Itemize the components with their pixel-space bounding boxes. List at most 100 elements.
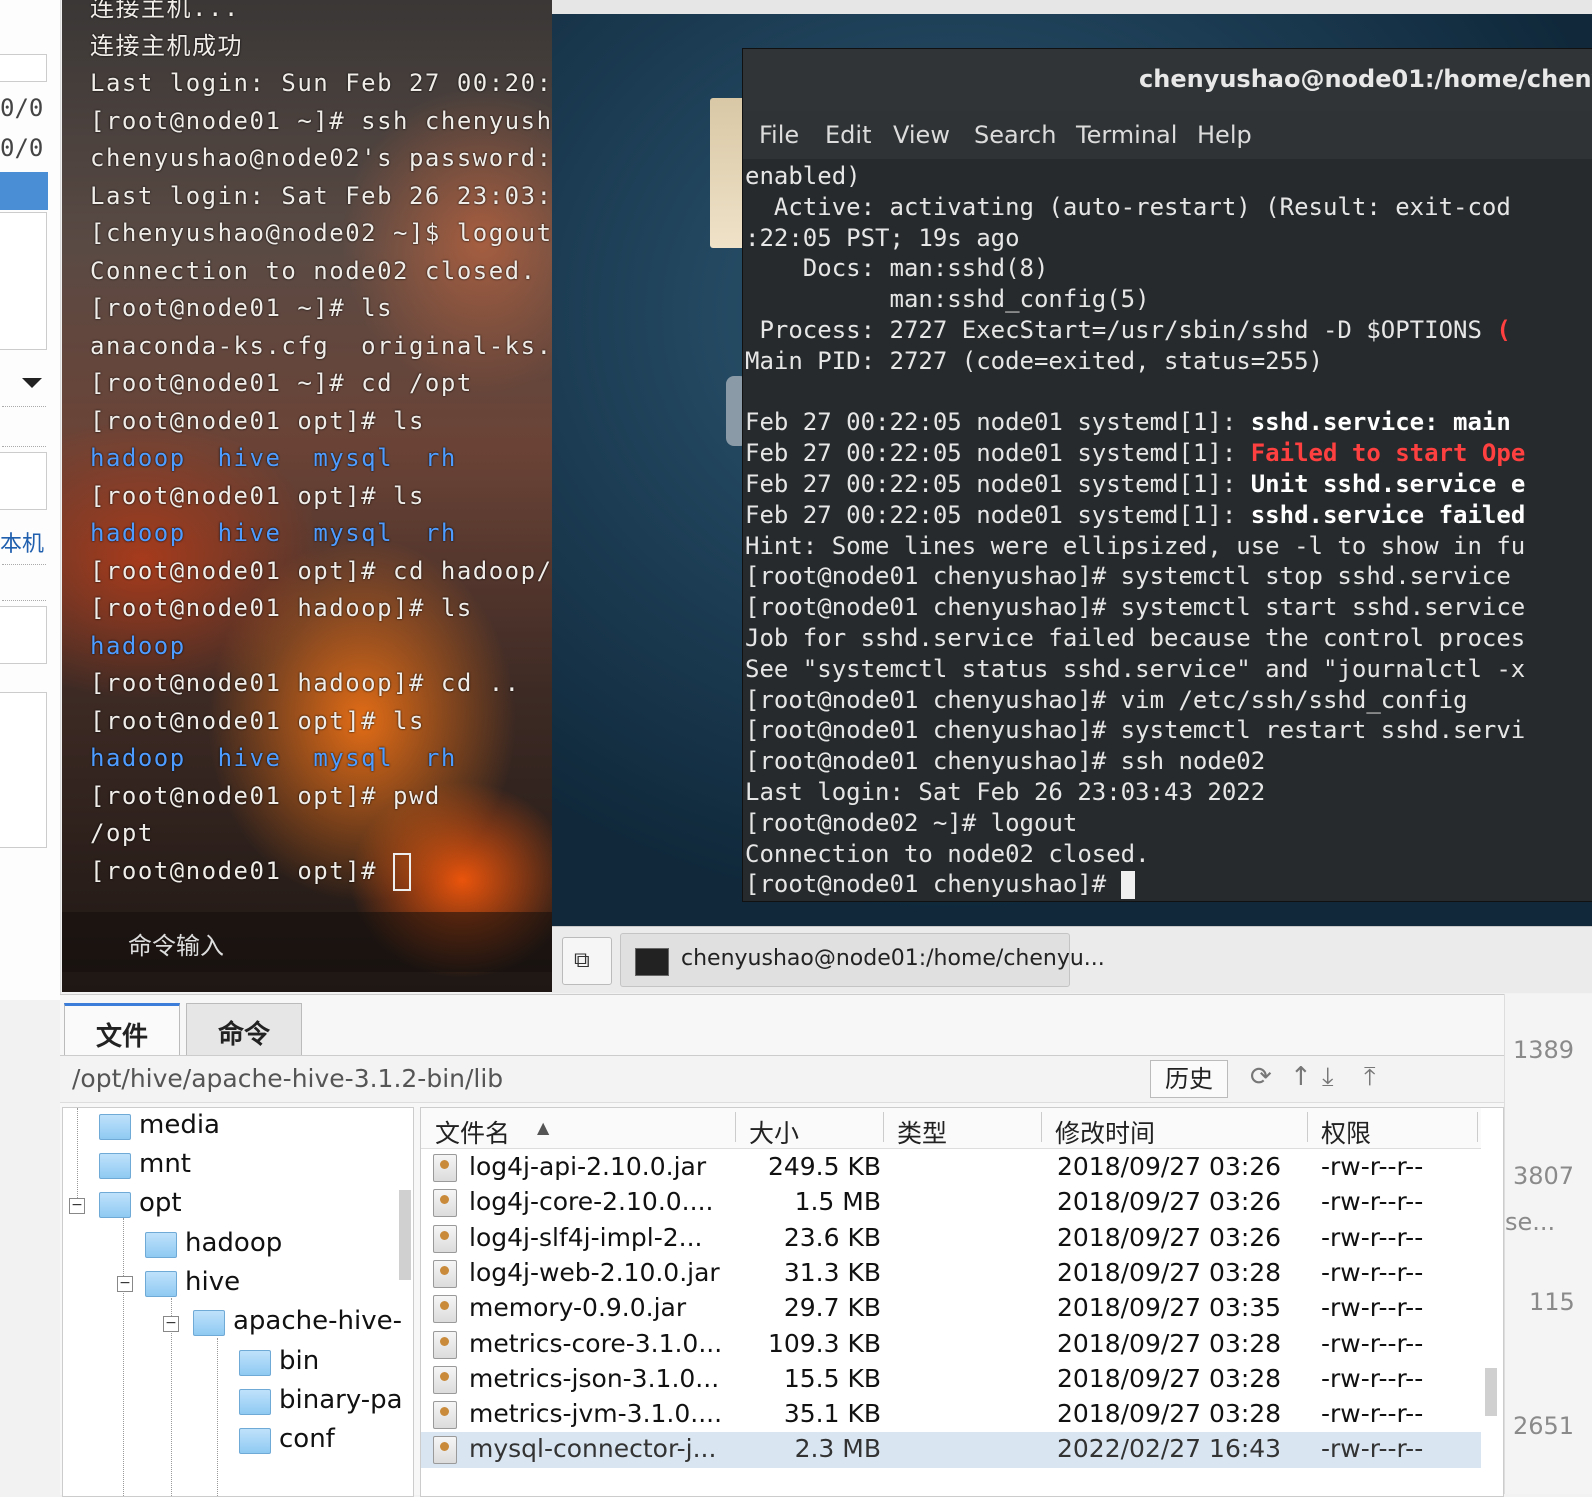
terminal-titlebar[interactable]: chenyushao@node01:/home/chenyush <box>743 49 1592 112</box>
menu-view[interactable]: View <box>893 121 950 149</box>
table-row[interactable]: metrics-jvm-3.1.0.... 35.1 KB 2018/09/27 0… <box>421 1397 1481 1432</box>
table-row[interactable]: metrics-core-3.1.0... 109.3 KB 2018/09/27 … <box>421 1327 1481 1362</box>
terminal-line: [root@node01 opt]# pwd <box>90 778 554 816</box>
column-size[interactable]: 大小 <box>749 1114 799 1150</box>
taskbar-window-label: chenyushao@node01:/home/chenyu... <box>681 946 1105 971</box>
host-field[interactable] <box>0 54 47 82</box>
terminal-line: hadoop hive mysql rh <box>90 740 554 778</box>
terminal-line: [root@node01 chenyushao]# vim /etc/ssh/s… <box>745 685 1591 716</box>
file-modified: 2018/09/27 03:28 <box>1057 1399 1282 1429</box>
terminal-text: [root@node01 ~]# ssh chenyusha <box>90 106 554 135</box>
terminal-line: [root@node01 ~]# cd /opt <box>90 365 554 403</box>
tree-line <box>123 1218 124 1496</box>
file-list: 文件名 ▲ 大小 类型 修改时间 权限 log4j-api-2.10.0.jar… <box>420 1107 1504 1497</box>
column-separator[interactable] <box>1477 1112 1478 1142</box>
file-permissions: -rw-r--r-- <box>1321 1328 1424 1358</box>
restore-icon: ⧉ <box>574 948 590 973</box>
terminal-text: [root@node02 ~]# logout <box>745 808 1078 837</box>
tree-node-label: hive <box>185 1267 241 1297</box>
column-filename[interactable]: 文件名 <box>435 1114 510 1150</box>
terminal-text: [root@node01 chenyushao]# systemctl stop… <box>745 562 1511 591</box>
list-item[interactable] <box>0 606 47 664</box>
table-row[interactable]: log4j-api-2.10.0.jar 249.5 KB 2018/09/27 0… <box>421 1150 1481 1185</box>
tab-commands-label: 命令 <box>217 1020 270 1050</box>
terminal-text: rh <box>424 519 457 547</box>
list-item[interactable] <box>0 452 47 510</box>
file-name: metrics-jvm-3.1.0.... <box>469 1399 723 1429</box>
command-input-bar[interactable]: 命令输入 <box>62 912 554 972</box>
jar-file-icon <box>433 1365 457 1394</box>
terminal-text: rh <box>424 444 457 472</box>
terminal-text: mysql <box>313 444 394 472</box>
table-row[interactable]: log4j-core-2.10.0.... 1.5 MB 2018/09/27 03… <box>421 1185 1481 1220</box>
sort-ascending-icon: ▲ <box>537 1118 550 1137</box>
refresh-icon[interactable]: ⟳ <box>1250 1062 1272 1092</box>
column-permissions[interactable]: 权限 <box>1321 1114 1371 1150</box>
menu-terminal[interactable]: Terminal <box>1076 121 1177 149</box>
terminal-text: [root@node01 opt]# cd hadoop/ <box>90 556 553 585</box>
terminal-text: [root@node01 opt]# ls <box>90 406 425 435</box>
table-row[interactable]: log4j-slf4j-impl-2... 23.6 KB 2018/09/27 0… <box>421 1221 1481 1256</box>
terminal-line: Last login: Sat Feb 26 23:03:43 2022 <box>745 777 1591 808</box>
menu-file[interactable]: File <box>759 121 799 149</box>
local-host-label[interactable]: 本机 <box>0 526 44 558</box>
folder-icon[interactable] <box>710 98 746 248</box>
column-separator[interactable] <box>1307 1112 1308 1142</box>
history-button[interactable]: 历史 <box>1150 1060 1228 1098</box>
file-size: 35.1 KB <box>783 1399 881 1429</box>
file-permissions: -rw-r--r-- <box>1321 1363 1424 1393</box>
file-permissions: -rw-r--r-- <box>1321 1434 1424 1464</box>
gnome-terminal-window[interactable]: chenyushao@node01:/home/chenyush File Ed… <box>742 48 1592 902</box>
terminal-line: Main PID: 2727 (code=exited, status=255) <box>745 346 1591 377</box>
host-list[interactable] <box>0 212 47 350</box>
up-directory-icon[interactable]: ↑ <box>1290 1062 1312 1092</box>
tab-files[interactable]: 文件 <box>64 1003 180 1058</box>
upload-icon[interactable]: ⤒ <box>1364 1062 1376 1093</box>
terminal-line: [root@node01 opt]# ls <box>90 478 554 516</box>
terminal-text: Main PID: 2727 (code=exited, status=255) <box>745 346 1323 375</box>
list-item[interactable] <box>0 692 47 848</box>
selected-host-row[interactable] <box>0 172 48 210</box>
terminal-output[interactable]: enabled) Active: activating (auto-restar… <box>745 161 1591 901</box>
folder-icon <box>99 1114 131 1140</box>
ssh-terminal-left[interactable]: 连接主机... 连接主机成功 Last login: Sun Feb 27 00:2… <box>62 0 554 992</box>
show-desktop-button[interactable]: ⧉ <box>562 937 612 985</box>
table-row[interactable]: metrics-json-3.1.0... 15.5 KB 2018/09/27 0… <box>421 1362 1481 1397</box>
tree-node-label: conf <box>279 1424 335 1454</box>
terminal-line: Feb 27 00:22:05 node01 systemd[1]: sshd.… <box>745 407 1591 438</box>
terminal-line: [root@node01 opt]# cd hadoop/ <box>90 553 554 591</box>
divider <box>2 564 46 565</box>
menu-help[interactable]: Help <box>1197 121 1252 149</box>
terminal-line: Connection to node02 closed. <box>90 253 554 291</box>
menu-search[interactable]: Search <box>974 121 1056 149</box>
taskbar-window-button[interactable]: chenyushao@node01:/home/chenyu... <box>620 933 1105 987</box>
terminal-text: [root@node01 chenyushao]# systemctl rest… <box>745 716 1526 745</box>
file-name: log4j-web-2.10.0.jar <box>469 1257 720 1287</box>
column-separator[interactable] <box>883 1112 884 1142</box>
tab-commands[interactable]: 命令 <box>186 1003 302 1056</box>
column-type[interactable]: 类型 <box>897 1114 947 1150</box>
terminal-line: [root@node01 opt]# ls <box>90 703 554 741</box>
column-separator[interactable] <box>735 1112 736 1142</box>
table-row[interactable]: memory-0.9.0.jar 29.7 KB 2018/09/27 03:35 -… <box>421 1291 1481 1326</box>
terminal-line: Feb 27 00:22:05 node01 systemd[1]: Unit … <box>745 469 1591 500</box>
column-modified[interactable]: 修改时间 <box>1055 1114 1155 1150</box>
tree-line <box>217 1338 218 1496</box>
chevron-down-icon[interactable] <box>22 378 42 388</box>
file-name: metrics-core-3.1.0... <box>469 1328 723 1358</box>
terminal-text: [root@node01 opt]# ls <box>90 706 425 735</box>
partial-value: 1389 <box>1513 1036 1575 1064</box>
tree-scrollbar[interactable] <box>399 1190 411 1280</box>
menu-edit[interactable]: Edit <box>825 121 871 149</box>
table-row[interactable]: mysql-connector-j... 2.3 MB 2022/02/27 16:… <box>421 1432 1481 1468</box>
collapse-icon[interactable]: − <box>117 1276 133 1292</box>
column-separator[interactable] <box>1041 1112 1042 1142</box>
collapse-icon[interactable]: − <box>69 1198 85 1214</box>
download-icon[interactable]: ⤓ <box>1322 1062 1334 1093</box>
collapse-icon[interactable]: − <box>163 1316 179 1332</box>
file-list-scrollbar[interactable] <box>1485 1368 1497 1416</box>
path-input[interactable]: /opt/hive/apache-hive-3.1.2-bin/lib <box>72 1064 503 1093</box>
table-row[interactable]: log4j-web-2.10.0.jar 31.3 KB 2018/09/27 03… <box>421 1256 1481 1291</box>
